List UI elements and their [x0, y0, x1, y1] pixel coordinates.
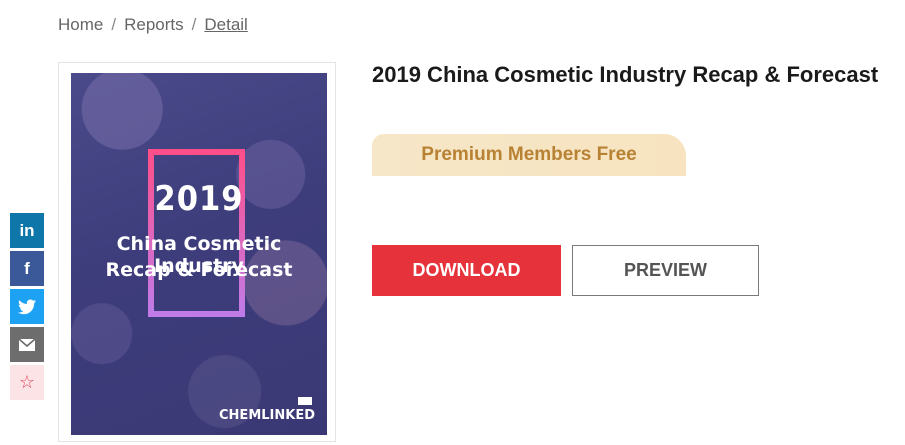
linkedin-icon: in [19, 220, 35, 240]
email-icon [19, 338, 35, 351]
report-cover-image[interactable]: 2019 China Cosmetic Industry Recap & For… [71, 73, 327, 435]
breadcrumb-separator: / [111, 15, 117, 34]
breadcrumb-home[interactable]: Home [58, 15, 103, 35]
report-title: 2019 China Cosmetic Industry Recap & For… [372, 62, 879, 87]
cover-year: 2019 [154, 179, 244, 219]
twitter-icon [18, 299, 36, 314]
preview-button[interactable]: PREVIEW [572, 245, 759, 296]
share-bar: in f ☆ [10, 213, 46, 400]
cover-title-line2: Recap & Forecast [105, 259, 293, 281]
chemlinked-logo-icon [298, 397, 312, 405]
star-icon: ☆ [18, 372, 36, 392]
email-share-button[interactable] [10, 327, 44, 362]
favorite-button[interactable]: ☆ [10, 365, 44, 400]
breadcrumb-detail[interactable]: Detail [204, 15, 247, 35]
report-cover-frame: 2019 China Cosmetic Industry Recap & For… [58, 62, 336, 442]
facebook-share-button[interactable]: f [10, 251, 44, 286]
breadcrumb: Home / Reports / Detail [58, 15, 248, 35]
cover-brand: CHEMLINKED [219, 408, 315, 423]
breadcrumb-separator: / [191, 15, 197, 34]
premium-badge: Premium Members Free [372, 134, 686, 176]
facebook-icon: f [24, 258, 30, 278]
twitter-share-button[interactable] [10, 289, 44, 324]
breadcrumb-reports[interactable]: Reports [124, 15, 184, 35]
linkedin-share-button[interactable]: in [10, 213, 44, 248]
download-button[interactable]: DOWNLOAD [372, 245, 561, 296]
